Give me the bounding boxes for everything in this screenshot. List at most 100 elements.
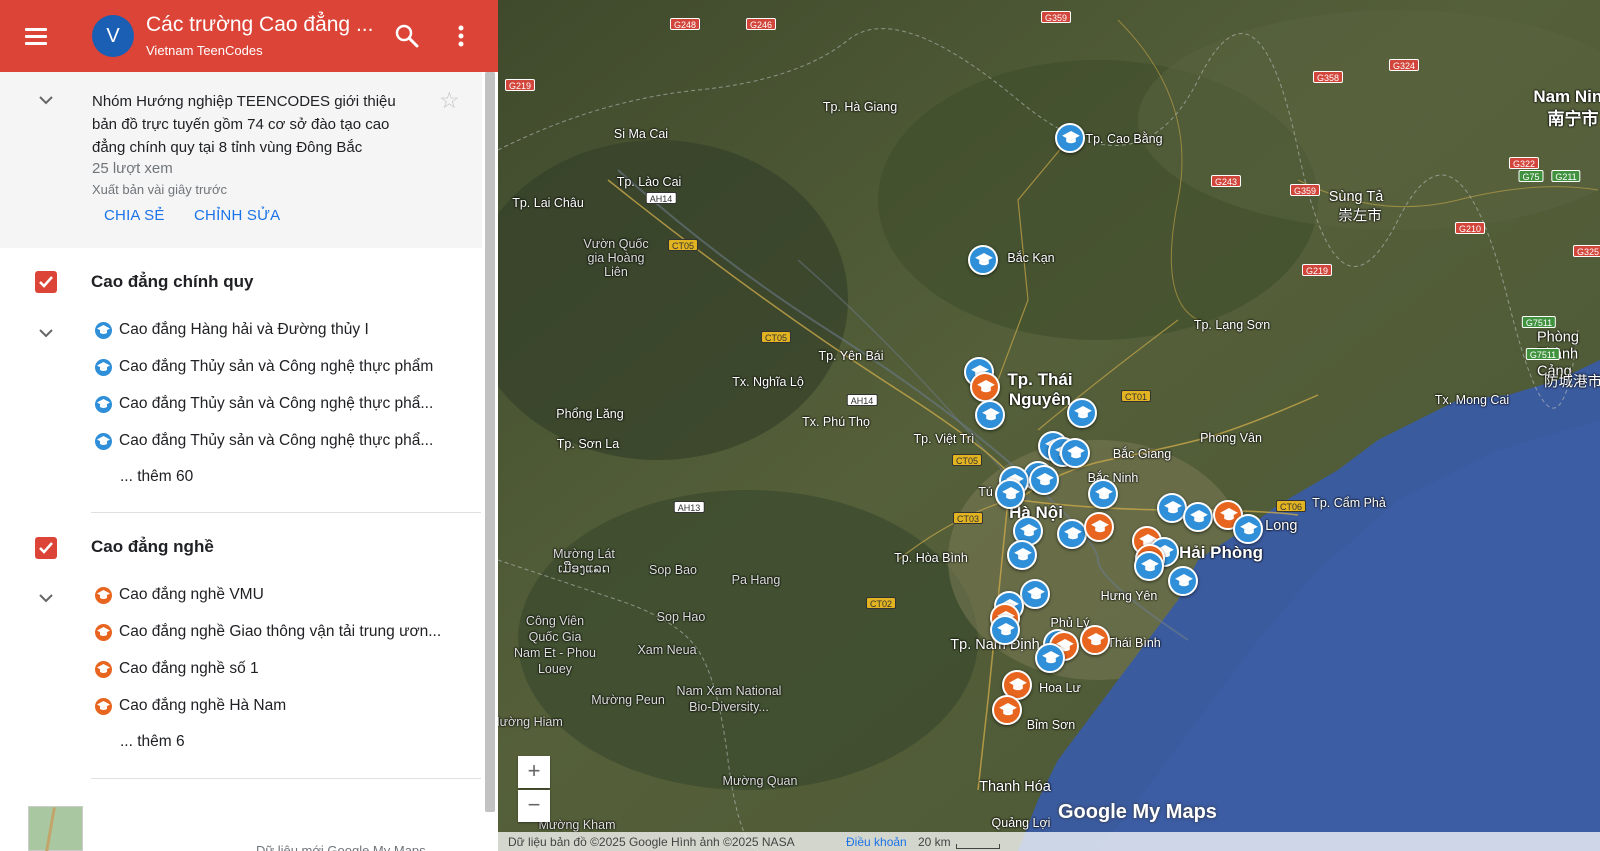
road-shield: G248 <box>669 18 701 30</box>
layer-title: Cao đẳng nghề <box>91 537 214 556</box>
place-label: Công Viên Quốc Gia Nam Et - Phou Louey <box>514 614 596 676</box>
road-shield: G358 <box>1312 71 1344 83</box>
map-author[interactable]: Vietnam TeenCodes <box>146 43 263 58</box>
road-shield: CT01 <box>1120 390 1152 402</box>
footer-link[interactable]: Dữ liệu mới Google My Maps <box>256 843 426 851</box>
place-label: Mường Quan <box>722 774 798 788</box>
place-label: Nam Xam National Bio-Diversity... <box>676 684 782 714</box>
zoom-out-button[interactable]: − <box>518 790 550 822</box>
map-marker-chinh-quy[interactable] <box>1233 514 1263 544</box>
road-shield: G7511 <box>1525 348 1561 360</box>
menu-button[interactable] <box>20 20 52 52</box>
road-shield: G219 <box>1301 264 1333 276</box>
place-label: Tp. Lai Châu <box>512 196 584 210</box>
map-title: Các trường Cao đẳng ... <box>146 13 374 36</box>
map-marker-chinh-quy[interactable] <box>1055 123 1085 153</box>
map-marker-chinh-quy[interactable] <box>1057 519 1087 549</box>
list-item[interactable]: Cao đẳng nghề Giao thông vận tải trung ư… <box>95 621 455 643</box>
road-shield: G210 <box>1454 222 1486 234</box>
layer-title: Cao đẳng chính quy <box>91 272 254 291</box>
edit-button[interactable]: CHỈNH SỬA <box>194 207 280 224</box>
road-shield: G322 <box>1508 157 1540 169</box>
list-item[interactable]: Cao đẳng nghề số 1 <box>95 658 455 680</box>
list-item[interactable]: Cao đẳng nghề VMU <box>95 584 455 606</box>
road-shield: CT05 <box>951 454 983 466</box>
road-shield: G246 <box>745 18 777 30</box>
map-marker-chinh-quy[interactable] <box>1035 643 1065 673</box>
place-label: Tp. Cẩm Phả <box>1312 496 1386 510</box>
place-label: Bắc Giang <box>1112 447 1172 461</box>
show-more-link[interactable]: ... thêm 60 <box>120 468 193 486</box>
graduation-cap-icon <box>95 623 112 641</box>
view-count: 25 lượt xem <box>92 160 173 177</box>
map-marker-chinh-quy[interactable] <box>1183 502 1213 532</box>
place-label: Vườn Quốc gia Hoàng Liên <box>583 237 649 279</box>
place-label: Thái Bình <box>1107 636 1161 650</box>
more-vert-icon <box>458 25 464 47</box>
place-label: Phủ Lý <box>1050 616 1090 630</box>
map-marker-nghe[interactable] <box>970 372 1000 402</box>
show-more-link[interactable]: ... thêm 6 <box>120 733 185 751</box>
avatar[interactable]: V <box>92 15 134 57</box>
search-button[interactable] <box>393 22 421 50</box>
list-item-label: Cao đẳng nghề Giao thông vận tải trung ư… <box>119 623 442 640</box>
list-item[interactable]: Cao đẳng nghề Hà Nam <box>95 695 455 717</box>
map-marker-chinh-quy[interactable] <box>1029 465 1059 495</box>
list-item[interactable]: Cao đẳng Thủy sản và Công nghệ thực phẩ.… <box>95 430 455 452</box>
map-marker-chinh-quy[interactable] <box>990 615 1020 645</box>
map-canvas[interactable]: Tp. Hà Giang Tp. Cao Bằng Si Ma Cai Tp. … <box>498 0 1600 851</box>
place-label: 防城港市 <box>1544 374 1600 391</box>
graduation-cap-icon <box>95 432 112 450</box>
road-shield: G219 <box>504 79 536 91</box>
star-icon[interactable]: ☆ <box>439 87 460 114</box>
published-time: Xuất bản vài giây trước <box>92 182 228 197</box>
terms-link[interactable]: Điều khoản <box>846 835 907 849</box>
list-item[interactable]: Cao đẳng Thủy sản và Công nghệ thực phẩ.… <box>95 393 455 415</box>
expand-layer-button[interactable] <box>34 321 58 345</box>
map-marker-chinh-quy[interactable] <box>1060 438 1090 468</box>
list-item[interactable]: Cao đẳng Hàng hải và Đường thủy I <box>95 319 455 341</box>
map-marker-chinh-quy[interactable] <box>1168 566 1198 596</box>
map-marker-nghe[interactable] <box>992 695 1022 725</box>
layer-checkbox-chinh-quy[interactable] <box>35 271 57 293</box>
road-shield: G211 <box>1551 170 1581 182</box>
map-marker-chinh-quy[interactable] <box>1088 479 1118 509</box>
road-shield: CT05 <box>667 239 699 251</box>
list-item[interactable]: Cao đẳng Thủy sản và Công nghệ thực phẩm <box>95 356 455 378</box>
share-button[interactable]: CHIA SẺ <box>104 207 165 224</box>
menu-icon-line <box>25 28 47 31</box>
layer-checkbox-nghe[interactable] <box>35 537 57 559</box>
list-item-label: Cao đẳng nghề VMU <box>119 586 264 603</box>
map-marker-chinh-quy[interactable] <box>1134 551 1164 581</box>
more-options-button[interactable] <box>449 22 473 50</box>
map-marker-chinh-quy[interactable] <box>1067 398 1097 428</box>
road-shield: AH14 <box>846 394 878 406</box>
graduation-cap-icon <box>95 395 112 413</box>
search-icon <box>395 24 419 48</box>
attribution-text: Dữ liệu bản đồ ©2025 Google Hình ảnh ©20… <box>508 835 795 849</box>
place-label: Tx. Mong Cai <box>1434 393 1510 407</box>
place-label: Mường Hiam <box>498 715 563 729</box>
zoom-in-button[interactable]: + <box>518 756 550 788</box>
expand-layer-button[interactable] <box>34 586 58 610</box>
collapse-details-button[interactable] <box>34 88 58 112</box>
basemap-thumbnail[interactable] <box>28 806 83 851</box>
place-label: Tx. Phú Thọ <box>802 415 870 429</box>
map-marker-chinh-quy[interactable] <box>995 479 1025 509</box>
place-label: Tp. Việt Trì <box>913 432 975 446</box>
place-label: Pa Hang <box>731 573 781 587</box>
place-label: Xam Neua <box>637 643 697 657</box>
map-description: Nhóm Hướng nghiệp TEENCODES giới thiệu b… <box>92 93 396 156</box>
scrollbar[interactable] <box>485 72 495 812</box>
list-item-label: Cao đẳng nghề số 1 <box>119 660 259 677</box>
road-shield: G75 <box>1518 170 1544 182</box>
map-marker-nghe[interactable] <box>1080 625 1110 655</box>
attribution-bar: Dữ liệu bản đồ ©2025 Google Hình ảnh ©20… <box>498 832 1600 851</box>
road-shield: G7511 <box>1521 316 1557 328</box>
map-marker-nghe[interactable] <box>1084 512 1114 542</box>
place-label: Tp. Hà Giang <box>822 100 898 114</box>
map-marker-chinh-quy[interactable] <box>975 400 1005 430</box>
map-marker-chinh-quy[interactable] <box>1007 540 1037 570</box>
map-marker-chinh-quy[interactable] <box>1020 579 1050 609</box>
map-marker-chinh-quy[interactable] <box>968 245 998 275</box>
